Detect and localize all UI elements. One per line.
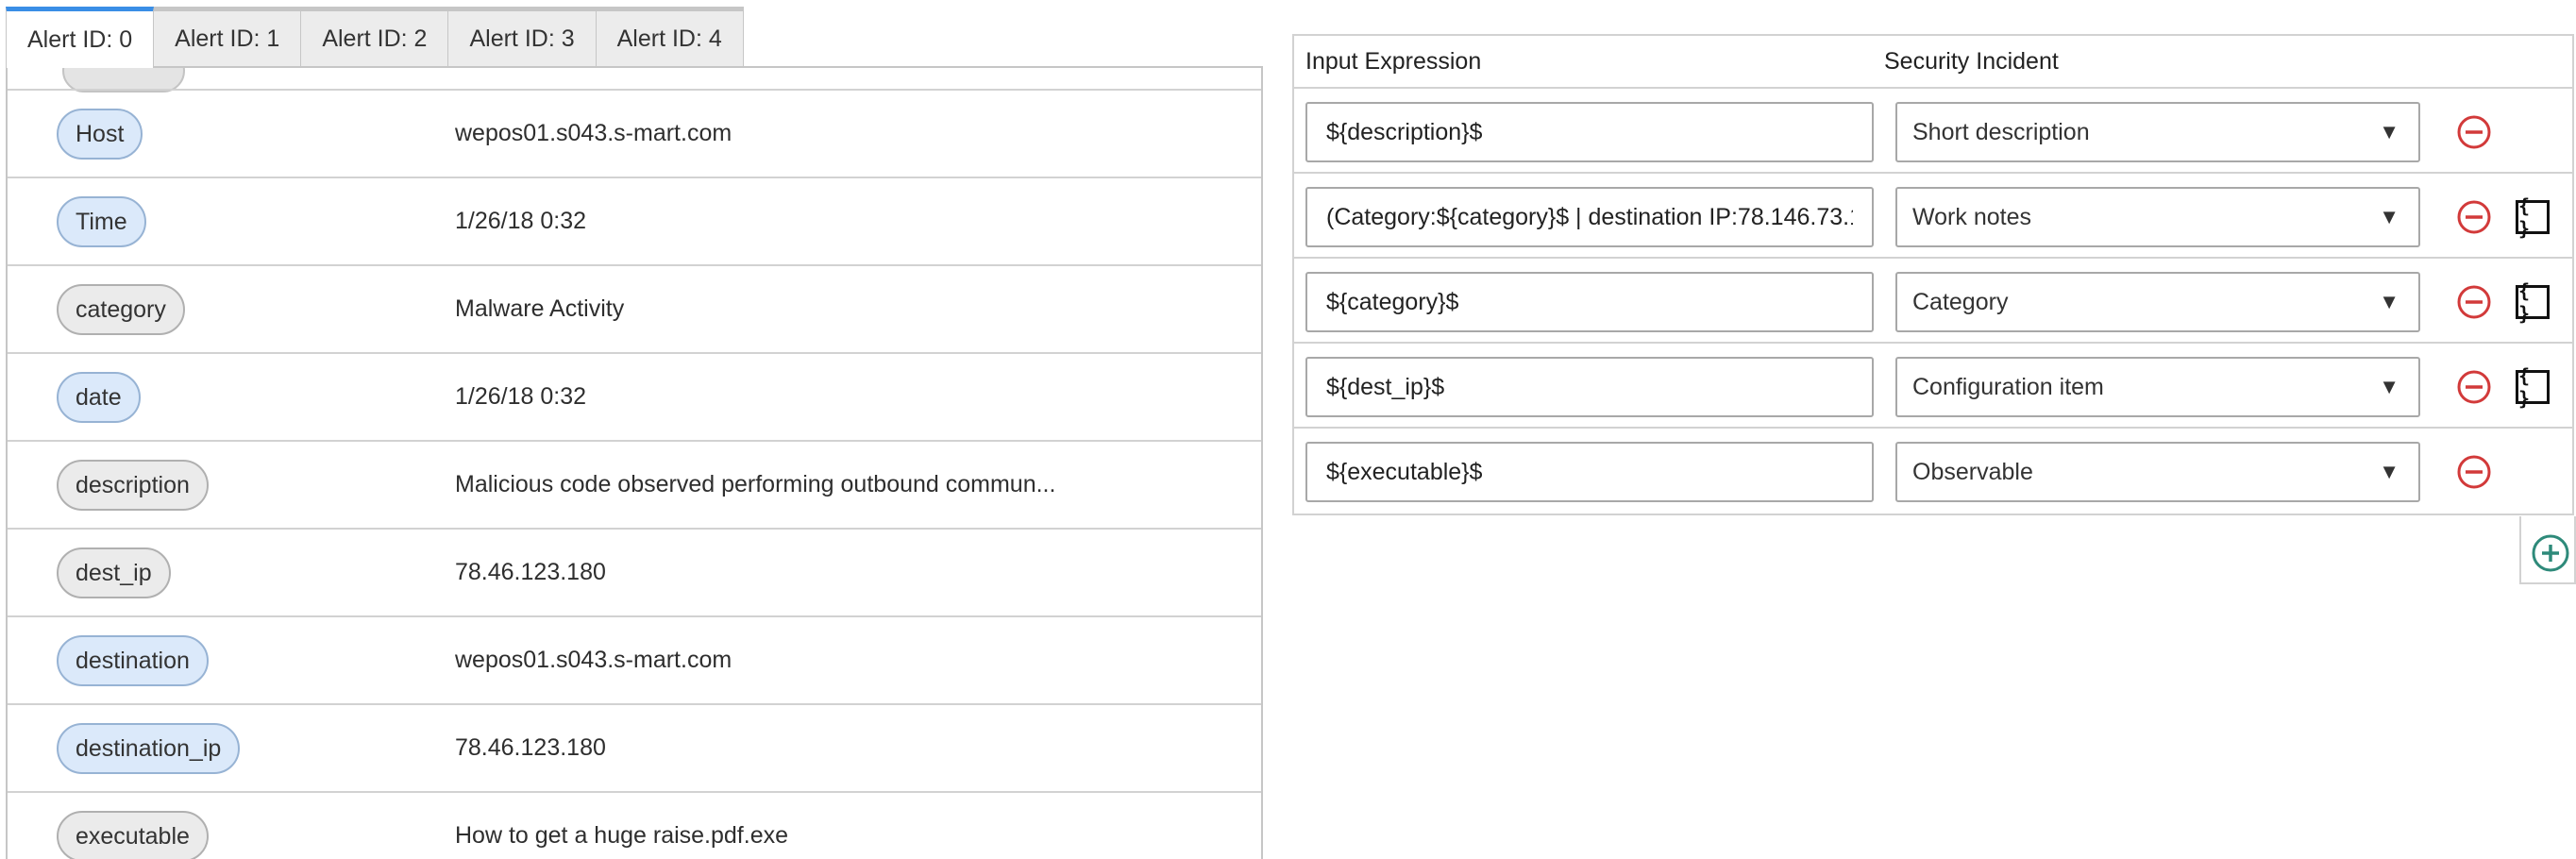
field-value: wepos01.s043.s-mart.com — [455, 120, 732, 147]
alert-field-row: destination wepos01.s043.s-mart.com — [8, 615, 1261, 703]
tab-alert-0[interactable]: Alert ID: 0 — [6, 7, 154, 68]
field-key-pill[interactable]: category — [57, 284, 185, 335]
mapping-row: Short description ▼ — [1294, 89, 2572, 174]
plus-circle-icon[interactable] — [2531, 533, 2570, 573]
field-key-cell: Host — [8, 109, 455, 160]
tab-alert-2[interactable]: Alert ID: 2 — [300, 7, 448, 67]
field-value: Malicious code observed performing outbo… — [455, 471, 1055, 498]
incident-field-select[interactable]: Configuration item ▼ — [1895, 357, 2420, 417]
add-row-container — [2519, 516, 2576, 584]
chevron-down-icon: ▼ — [2379, 460, 2399, 484]
field-value: 1/26/18 0:32 — [455, 208, 586, 235]
incident-field-value: Work notes — [1912, 204, 2031, 231]
incident-field-value: Category — [1912, 289, 2008, 316]
minus-circle-icon[interactable] — [2456, 199, 2492, 235]
mapping-panel: Input Expression Security Incident Short… — [1292, 34, 2576, 581]
field-key-cell: description — [8, 460, 455, 511]
alert-field-row: Time 1/26/18 0:32 — [8, 177, 1261, 264]
braces-icon[interactable]: { } — [2516, 200, 2550, 234]
mapping-row: Observable ▼ — [1294, 429, 2572, 514]
mapping-row: Work notes ▼ { } — [1294, 174, 2572, 259]
alert-field-row: category Malware Activity — [8, 264, 1261, 352]
alert-fields-table: Host wepos01.s043.s-mart.com Time 1/26/18 0… — [6, 66, 1263, 859]
input-expression-field[interactable] — [1305, 102, 1874, 162]
alert-field-row: Host wepos01.s043.s-mart.com — [8, 89, 1261, 177]
security-incident-header: Security Incident — [1884, 48, 2356, 76]
alert-field-row: description Malicious code observed perfo… — [8, 440, 1261, 528]
incident-field-select[interactable]: Work notes ▼ — [1895, 187, 2420, 247]
chevron-down-icon: ▼ — [2379, 290, 2399, 314]
tab-alert-1[interactable]: Alert ID: 1 — [153, 7, 301, 67]
alert-tabs: Alert ID: 0Alert ID: 1Alert ID: 2Alert I… — [6, 7, 743, 67]
field-key-cell: Time — [8, 196, 455, 247]
incident-field-select[interactable]: Category ▼ — [1895, 272, 2420, 332]
field-key-pill[interactable]: Host — [57, 109, 143, 160]
field-value: 1/26/18 0:32 — [455, 383, 586, 411]
chevron-down-icon: ▼ — [2379, 375, 2399, 399]
input-expression-field[interactable] — [1305, 272, 1874, 332]
input-expression-field[interactable] — [1305, 357, 1874, 417]
minus-circle-icon[interactable] — [2456, 114, 2492, 150]
braces-icon[interactable]: { } — [2516, 285, 2550, 319]
chevron-down-icon: ▼ — [2379, 120, 2399, 144]
mapping-row: Category ▼ { } — [1294, 259, 2572, 344]
field-key-pill[interactable]: executable — [57, 811, 209, 859]
mapping-header: Input Expression Security Incident — [1294, 36, 2572, 89]
alert-field-row: date 1/26/18 0:32 — [8, 352, 1261, 440]
field-key-cell: category — [8, 284, 455, 335]
mapping-table: Input Expression Security Incident Short… — [1292, 34, 2574, 515]
field-key-pill[interactable]: destination — [57, 635, 209, 686]
incident-field-select[interactable]: Observable ▼ — [1895, 442, 2420, 502]
field-key-pill[interactable]: dest_ip — [57, 547, 171, 598]
incident-field-select[interactable]: Short description ▼ — [1895, 102, 2420, 162]
field-key-cell: destination_ip — [8, 723, 455, 774]
incident-field-value: Short description — [1912, 119, 2090, 146]
incident-field-value: Configuration item — [1912, 374, 2104, 401]
mapping-rows: Short description▼Work notes▼{ }Category… — [1294, 89, 2572, 514]
field-key-pill[interactable]: destination_ip — [57, 723, 240, 774]
field-key-pill[interactable]: date — [57, 372, 141, 423]
field-value: 78.46.123.180 — [455, 559, 606, 586]
input-expression-field[interactable] — [1305, 442, 1874, 502]
input-expression-header: Input Expression — [1294, 48, 1884, 76]
minus-circle-icon[interactable] — [2456, 454, 2492, 490]
alert-field-row: dest_ip 78.46.123.180 — [8, 528, 1261, 615]
field-key-cell: date — [8, 372, 455, 423]
alert-field-rows: Host wepos01.s043.s-mart.com Time 1/26/18 0… — [8, 89, 1261, 859]
alert-field-row: executable How to get a huge raise.pdf.ex… — [8, 791, 1261, 859]
alert-field-row: destination_ip 78.46.123.180 — [8, 703, 1261, 791]
minus-circle-icon[interactable] — [2456, 284, 2492, 320]
input-expression-field[interactable] — [1305, 187, 1874, 247]
braces-icon[interactable]: { } — [2516, 370, 2550, 404]
incident-field-value: Observable — [1912, 459, 2033, 486]
field-value: 78.46.123.180 — [455, 734, 606, 762]
field-value: Malware Activity — [455, 295, 624, 323]
field-value: How to get a huge raise.pdf.exe — [455, 822, 788, 850]
tab-alert-3[interactable]: Alert ID: 3 — [447, 7, 596, 67]
mapping-row: Configuration item ▼ { } — [1294, 344, 2572, 429]
field-key-pill[interactable]: description — [57, 460, 209, 511]
field-key-cell: executable — [8, 811, 455, 859]
field-key-cell: dest_ip — [8, 547, 455, 598]
field-key-pill[interactable]: Time — [57, 196, 146, 247]
alert-panel: Alert ID: 0Alert ID: 1Alert ID: 2Alert I… — [0, 0, 1267, 852]
field-key-cell: destination — [8, 635, 455, 686]
minus-circle-icon[interactable] — [2456, 369, 2492, 405]
tab-alert-4[interactable]: Alert ID: 4 — [596, 7, 744, 67]
chevron-down-icon: ▼ — [2379, 205, 2399, 229]
field-value: wepos01.s043.s-mart.com — [455, 647, 732, 674]
